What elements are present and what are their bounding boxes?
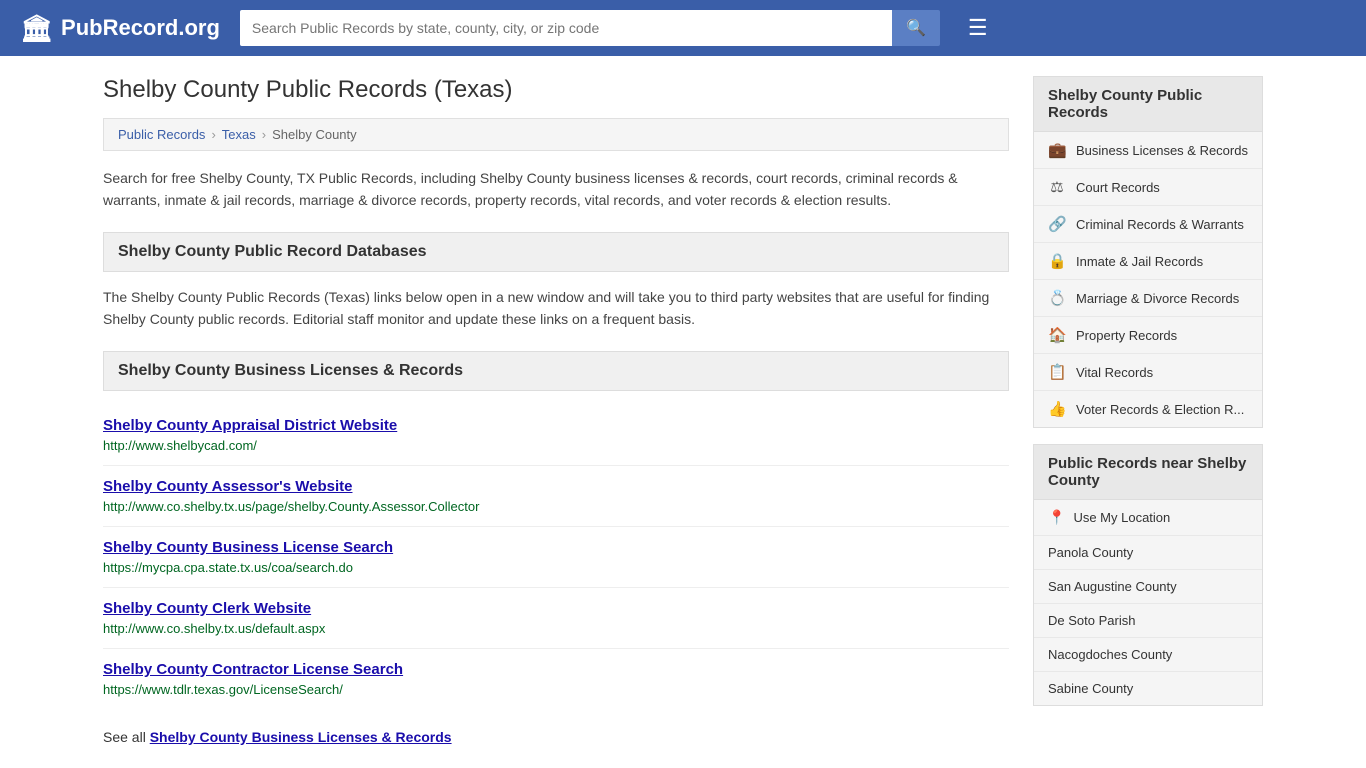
sidebar-record-type-item[interactable]: 📋 Vital Records bbox=[1034, 354, 1262, 391]
records-list: Shelby County Appraisal District Website… bbox=[103, 405, 1009, 709]
nearby-county-item[interactable]: De Soto Parish bbox=[1034, 604, 1262, 638]
see-all: See all Shelby County Business Licenses … bbox=[103, 719, 1009, 745]
sidebar-record-type-item[interactable]: 💍 Marriage & Divorce Records bbox=[1034, 280, 1262, 317]
page-wrapper: Shelby County Public Records (Texas) Pub… bbox=[83, 56, 1283, 765]
sidebar-record-label: Business Licenses & Records bbox=[1076, 143, 1248, 158]
breadcrumb-state[interactable]: Texas bbox=[222, 127, 256, 142]
record-entry: Shelby County Contractor License Search … bbox=[103, 649, 1009, 709]
sidebar-record-label: Vital Records bbox=[1076, 365, 1153, 380]
breadcrumb-county: Shelby County bbox=[272, 127, 357, 142]
sidebar-record-icon: ⚖ bbox=[1048, 178, 1066, 196]
breadcrumb-sep2: › bbox=[262, 127, 266, 142]
sidebar-records-box: Shelby County Public Records 💼 Business … bbox=[1033, 76, 1263, 428]
header: 🏛 PubRecord.org 🔍 ☰ bbox=[0, 0, 1366, 56]
sidebar-record-type-item[interactable]: ⚖ Court Records bbox=[1034, 169, 1262, 206]
sidebar-record-type-item[interactable]: 🔗 Criminal Records & Warrants bbox=[1034, 206, 1262, 243]
sidebar-record-icon: 👍 bbox=[1048, 400, 1066, 418]
search-icon: 🔍 bbox=[906, 20, 926, 37]
logo[interactable]: 🏛 PubRecord.org bbox=[20, 13, 220, 44]
record-title[interactable]: Shelby County Appraisal District Website bbox=[103, 417, 1009, 434]
record-title[interactable]: Shelby County Contractor License Search bbox=[103, 661, 1009, 678]
sidebar-record-icon: 📋 bbox=[1048, 363, 1066, 381]
breadcrumb-sep1: › bbox=[211, 127, 215, 142]
record-url[interactable]: https://mycpa.cpa.state.tx.us/coa/search… bbox=[103, 560, 353, 575]
sidebar-records-header: Shelby County Public Records bbox=[1034, 77, 1262, 132]
page-title: Shelby County Public Records (Texas) bbox=[103, 76, 1009, 104]
record-entry: Shelby County Business License Search ht… bbox=[103, 527, 1009, 588]
main-content: Shelby County Public Records (Texas) Pub… bbox=[103, 76, 1009, 745]
location-icon: 📍 bbox=[1048, 509, 1065, 526]
sidebar-record-label: Inmate & Jail Records bbox=[1076, 254, 1203, 269]
sidebar-record-label: Voter Records & Election R... bbox=[1076, 402, 1244, 417]
sidebar-record-type-item[interactable]: 💼 Business Licenses & Records bbox=[1034, 132, 1262, 169]
nearby-county-item[interactable]: Panola County bbox=[1034, 536, 1262, 570]
sidebar-nearby-header: Public Records near Shelby County bbox=[1034, 445, 1262, 500]
sidebar-nearby-box: Public Records near Shelby County 📍 Use M… bbox=[1033, 444, 1263, 706]
db-section-header: Shelby County Public Record Databases bbox=[103, 232, 1009, 272]
see-all-link[interactable]: Shelby County Business Licenses & Record… bbox=[150, 729, 452, 745]
search-button[interactable]: 🔍 bbox=[892, 10, 940, 46]
record-title[interactable]: Shelby County Clerk Website bbox=[103, 600, 1009, 617]
sidebar-record-icon: 🔗 bbox=[1048, 215, 1066, 233]
sidebar-record-label: Marriage & Divorce Records bbox=[1076, 291, 1239, 306]
sidebar-record-type-item[interactable]: 🔒 Inmate & Jail Records bbox=[1034, 243, 1262, 280]
page-description: Search for free Shelby County, TX Public… bbox=[103, 167, 1009, 212]
record-title[interactable]: Shelby County Business License Search bbox=[103, 539, 1009, 556]
nearby-county-item[interactable]: San Augustine County bbox=[1034, 570, 1262, 604]
record-url[interactable]: https://www.tdlr.texas.gov/LicenseSearch… bbox=[103, 682, 343, 697]
sidebar-record-label: Court Records bbox=[1076, 180, 1160, 195]
record-entry: Shelby County Clerk Website http://www.c… bbox=[103, 588, 1009, 649]
sidebar-record-type-item[interactable]: 🏠 Property Records bbox=[1034, 317, 1262, 354]
menu-button[interactable]: ☰ bbox=[968, 17, 988, 39]
breadcrumb-home[interactable]: Public Records bbox=[118, 127, 205, 142]
search-bar: 🔍 bbox=[240, 10, 940, 46]
use-location-item[interactable]: 📍 Use My Location bbox=[1034, 500, 1262, 536]
biz-section-header: Shelby County Business Licenses & Record… bbox=[103, 351, 1009, 391]
sidebar-record-label: Property Records bbox=[1076, 328, 1177, 343]
sidebar-record-icon: 🏠 bbox=[1048, 326, 1066, 344]
logo-icon: 🏛 bbox=[20, 13, 53, 44]
sidebar-record-types: 💼 Business Licenses & Records ⚖ Court Re… bbox=[1034, 132, 1262, 427]
sidebar: Shelby County Public Records 💼 Business … bbox=[1033, 76, 1263, 745]
record-url[interactable]: http://www.shelbycad.com/ bbox=[103, 438, 257, 453]
sidebar-record-icon: 💼 bbox=[1048, 141, 1066, 159]
db-description: The Shelby County Public Records (Texas)… bbox=[103, 286, 1009, 331]
sidebar-record-type-item[interactable]: 👍 Voter Records & Election R... bbox=[1034, 391, 1262, 427]
see-all-prefix: See all bbox=[103, 729, 146, 745]
sidebar-nearby: 📍 Use My Location Panola CountySan Augusti… bbox=[1034, 500, 1262, 705]
logo-text: PubRecord.org bbox=[61, 15, 220, 41]
search-input[interactable] bbox=[240, 10, 892, 46]
nearby-county-item[interactable]: Sabine County bbox=[1034, 672, 1262, 705]
record-entry: Shelby County Assessor's Website http://… bbox=[103, 466, 1009, 527]
nearby-county-item[interactable]: Nacogdoches County bbox=[1034, 638, 1262, 672]
record-url[interactable]: http://www.co.shelby.tx.us/default.aspx bbox=[103, 621, 325, 636]
use-location-label: Use My Location bbox=[1073, 510, 1170, 525]
record-entry: Shelby County Appraisal District Website… bbox=[103, 405, 1009, 466]
menu-icon: ☰ bbox=[968, 15, 988, 40]
record-url[interactable]: http://www.co.shelby.tx.us/page/shelby.C… bbox=[103, 499, 479, 514]
record-title[interactable]: Shelby County Assessor's Website bbox=[103, 478, 1009, 495]
sidebar-record-icon: 🔒 bbox=[1048, 252, 1066, 270]
breadcrumb: Public Records › Texas › Shelby County bbox=[103, 118, 1009, 151]
sidebar-record-icon: 💍 bbox=[1048, 289, 1066, 307]
sidebar-record-label: Criminal Records & Warrants bbox=[1076, 217, 1244, 232]
